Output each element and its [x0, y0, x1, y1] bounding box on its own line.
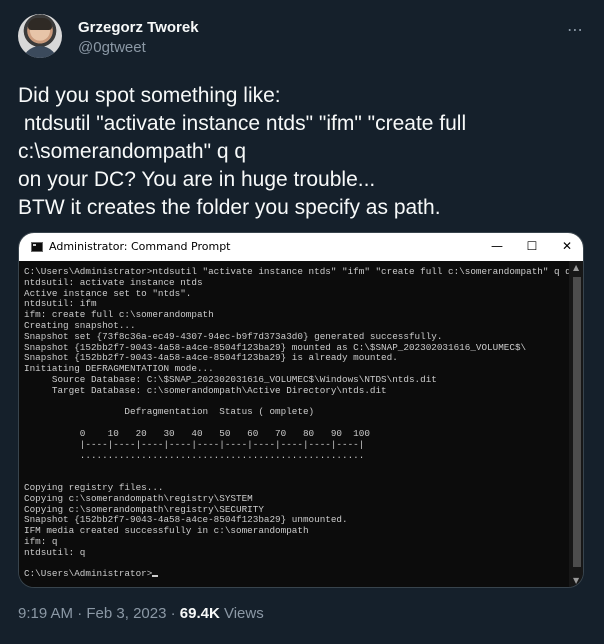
window-titlebar: Administrator: Command Prompt — ☐ ✕ — [19, 233, 583, 261]
meta-separator: · — [73, 605, 87, 622]
scroll-up-icon: ▲ — [573, 263, 580, 272]
tweet-meta: 9:19 AM · Feb 3, 2023 · 69.4K Views — [18, 604, 264, 624]
console-line: Copying c:\somerandompath\registry\SYSTE… — [24, 492, 253, 504]
tweet-header: Grzegorz Tworek @0gtweet ⋯ — [18, 14, 588, 60]
console-scrollbar: ▲ ▼ — [569, 261, 583, 587]
console-line: Active instance set to "ntds". — [24, 287, 192, 299]
tweet-image[interactable]: Administrator: Command Prompt — ☐ ✕ C:\U… — [18, 232, 584, 588]
console-line: ........................................… — [24, 449, 365, 461]
console-line: Snapshot set {73f8c36a-ec49-4307-94ec-b9… — [24, 330, 443, 342]
avatar[interactable] — [18, 14, 62, 58]
close-icon: ✕ — [561, 239, 573, 253]
tweet-time[interactable]: 9:19 AM — [18, 605, 73, 622]
command-prompt-icon — [31, 242, 43, 252]
console-line: |----|----|----|----|----|----|----|----… — [24, 438, 365, 450]
console-line: IFM media created successfully in c:\som… — [24, 525, 309, 537]
scrollbar-thumb — [573, 277, 581, 567]
window-title: Administrator: Command Prompt — [49, 240, 231, 253]
tweet: Grzegorz Tworek @0gtweet ⋯ Did you spot … — [0, 0, 604, 644]
avatar-shirt — [22, 46, 58, 58]
more-options-icon[interactable]: ⋯ — [567, 20, 584, 40]
console-line: C:\Users\Administrator> — [24, 569, 569, 580]
tweet-date[interactable]: Feb 3, 2023 — [86, 605, 166, 622]
console-line: ntdsutil: activate instance ntds — [24, 276, 203, 288]
console-line: ntdsutil: q — [24, 546, 86, 558]
author-display-name[interactable]: Grzegorz Tworek — [78, 18, 199, 38]
author-handle[interactable]: @0gtweet — [78, 38, 199, 58]
views-count: 69.4K — [179, 605, 220, 622]
minimize-icon: — — [491, 239, 503, 253]
author-names: Grzegorz Tworek @0gtweet — [78, 18, 199, 58]
avatar-hair — [28, 18, 52, 30]
scroll-down-icon: ▼ — [573, 576, 580, 585]
console-line: Defragmentation Status ( omplete) — [24, 406, 315, 418]
console-output: C:\Users\Administrator>ntdsutil "activat… — [19, 261, 569, 587]
console-line: Target Database: c:\somerandompath\Activ… — [24, 384, 387, 396]
maximize-icon: ☐ — [526, 239, 538, 253]
views-label: Views — [219, 605, 264, 622]
tweet-text: Did you spot something like: ntdsutil "a… — [18, 84, 467, 219]
meta-separator-2: · — [166, 605, 180, 622]
console-cursor — [152, 575, 159, 578]
console-line: ifm: q — [24, 535, 58, 547]
